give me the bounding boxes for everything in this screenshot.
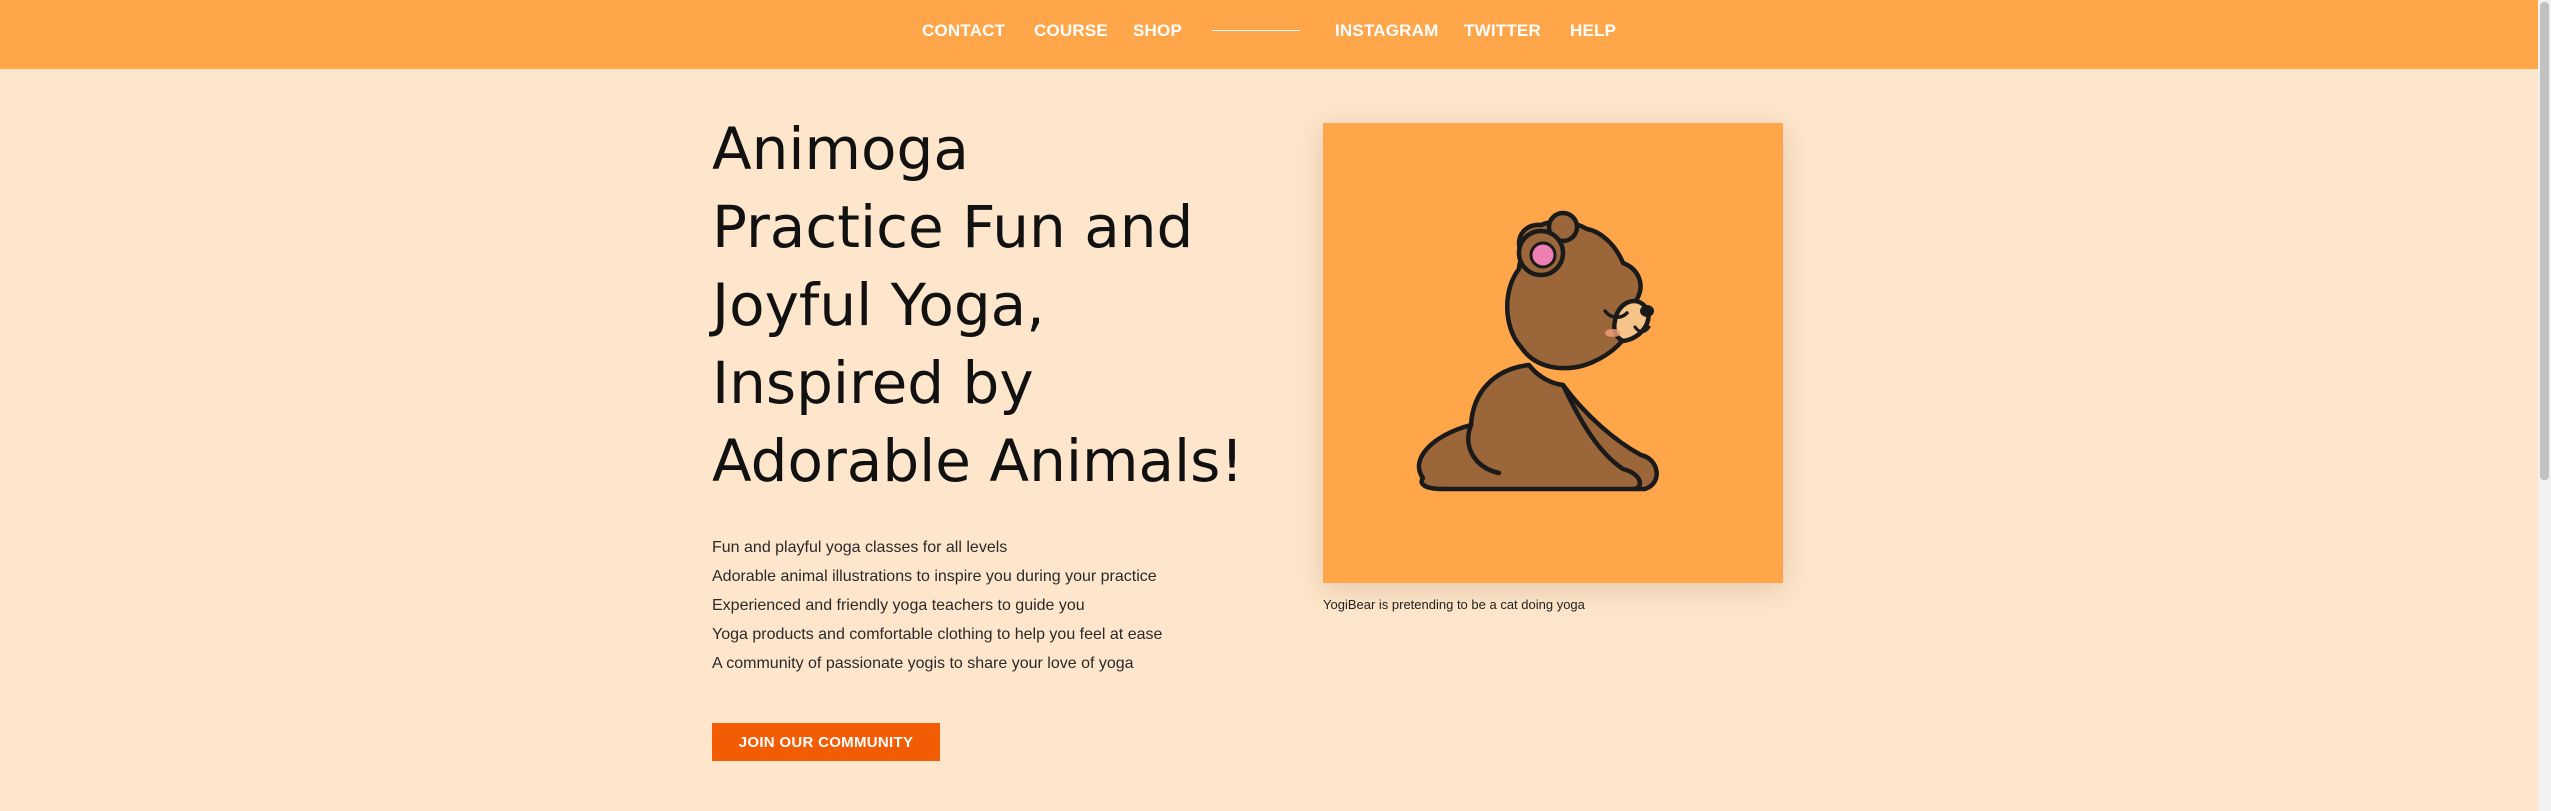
bear-yoga-illustration	[1416, 210, 1659, 492]
feature-list: Fun and playful yoga classes for all lev…	[712, 533, 1272, 678]
nav-link-contact[interactable]: CONTACT	[922, 0, 1005, 62]
feature-item: Adorable animal illustrations to inspire…	[712, 568, 1157, 585]
scrollbar-thumb[interactable]	[2540, 2, 2549, 480]
feature-item: Fun and playful yoga classes for all lev…	[712, 539, 1008, 556]
hero-title: Animoga Practice Fun and Joyful Yoga, In…	[712, 110, 1272, 500]
hero-image	[1323, 123, 1783, 583]
hero-title-line: Joyful Yoga,	[712, 271, 1045, 339]
nav-link-course[interactable]: COURSE	[1034, 0, 1108, 62]
nav-divider	[1212, 30, 1300, 31]
feature-item: Experienced and friendly yoga teachers t…	[712, 597, 1085, 614]
page-scrollbar[interactable]	[2538, 0, 2551, 811]
nav-link-shop[interactable]: SHOP	[1133, 0, 1182, 62]
feature-item: A community of passionate yogis to share…	[712, 655, 1134, 672]
nav-link-twitter[interactable]: TWITTER	[1464, 0, 1541, 62]
hero-title-line: Practice Fun and	[712, 193, 1194, 261]
feature-item: Yoga products and comfortable clothing t…	[712, 626, 1163, 643]
hero-title-line: Animoga	[712, 115, 969, 183]
hero-title-line: Adorable Animals!	[712, 427, 1244, 495]
hero-title-line: Inspired by	[712, 349, 1034, 417]
nav-link-instagram[interactable]: INSTAGRAM	[1335, 0, 1438, 62]
image-caption: YogiBear is pretending to be a cat doing…	[1323, 597, 1585, 612]
top-nav: CONTACT COURSE SHOP INSTAGRAM TWITTER HE…	[0, 0, 2538, 69]
join-community-button[interactable]: JOIN OUR COMMUNITY	[712, 723, 940, 761]
nav-link-help[interactable]: HELP	[1570, 0, 1616, 62]
